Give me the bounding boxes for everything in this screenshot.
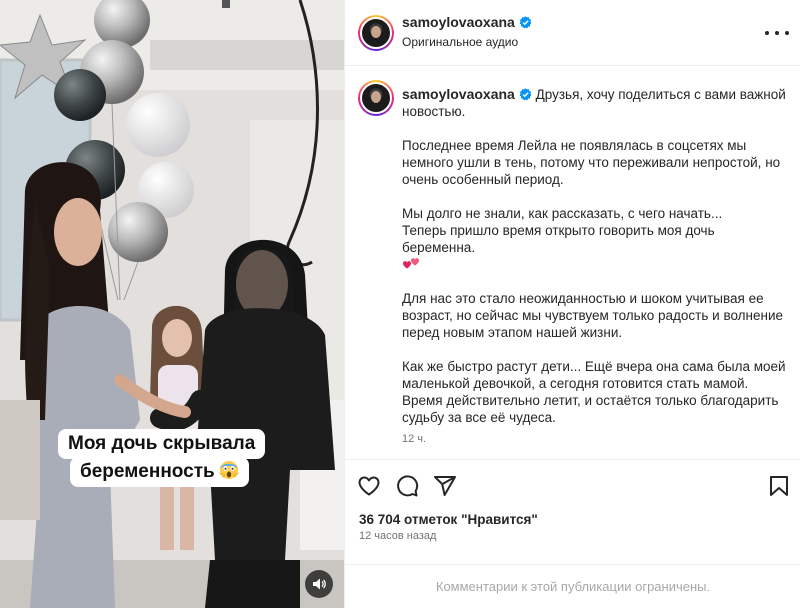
likes-count[interactable]: 36 704 отметок "Нравится" [359,512,538,527]
caption-scroll-area[interactable]: samoylovaoxana Друзья, хочу поделиться с… [345,66,800,459]
caption-paragraph-5: Как же быстро растут дети... Ещё вчера о… [402,359,786,425]
author-username[interactable]: samoylovaoxana [402,14,515,30]
share-button[interactable] [431,472,459,500]
save-button[interactable] [765,472,793,500]
like-button[interactable] [355,472,383,500]
post-actions-bar [345,459,800,511]
verified-badge-icon [519,88,532,101]
caption-intro: samoylovaoxana Друзья, хочу поделиться с… [402,86,787,120]
comment-button[interactable] [393,472,421,500]
author-avatar[interactable] [358,15,394,51]
red-hearts-emoji-icon [403,258,419,269]
more-horizontal-icon [765,31,769,35]
heart-icon [358,476,380,496]
speaker-icon [313,578,326,590]
comments-restricted-notice: Комментарии к этой публикации ограничены… [345,564,800,608]
more-options-button[interactable] [765,23,789,43]
caption-paragraph-4: Для нас это стало неожиданностью и шоком… [402,291,784,340]
post-details-panel: samoylovaoxana Оригинальное аудио samoyl… [344,0,800,608]
caption-author-avatar[interactable] [358,80,394,116]
scream-emoji-icon [218,461,239,479]
comment-icon [397,475,419,497]
post-caption: samoylovaoxana Друзья, хочу поделиться с… [402,86,787,448]
author-name-row: samoylovaoxana [402,14,532,32]
caption-username[interactable]: samoylovaoxana [402,86,515,102]
caption-line-2-text: беременность [80,461,215,482]
caption-paragraph-2: Последнее время Лейла не появлялась в со… [402,138,781,187]
bookmark-icon [770,476,788,496]
caption-line-1: Моя дочь скрывала [58,429,266,459]
post-media[interactable]: Моя дочь скрывала беременность [0,0,344,608]
caption-paragraph-3: Мы долго не знали, как рассказать, с чег… [402,205,787,273]
verified-badge-icon [519,16,532,29]
caption-paragraph-3-line-2: Теперь пришло время открыто говорить моя… [402,223,715,255]
post-header: samoylovaoxana Оригинальное аудио [345,0,800,66]
original-audio-link[interactable]: Оригинальное аудио [402,35,518,49]
video-frame [0,0,344,608]
caption-line-2: беременность [70,457,249,487]
share-icon [434,476,456,496]
video-caption: Моя дочь скрывала беременность [58,429,286,487]
sound-toggle-button[interactable] [305,570,333,598]
caption-timestamp[interactable]: 12 ч. [402,431,787,448]
post-timestamp[interactable]: 12 часов назад [359,530,436,542]
caption-paragraph-3-line-1: Мы долго не знали, как рассказать, с чег… [402,206,723,221]
